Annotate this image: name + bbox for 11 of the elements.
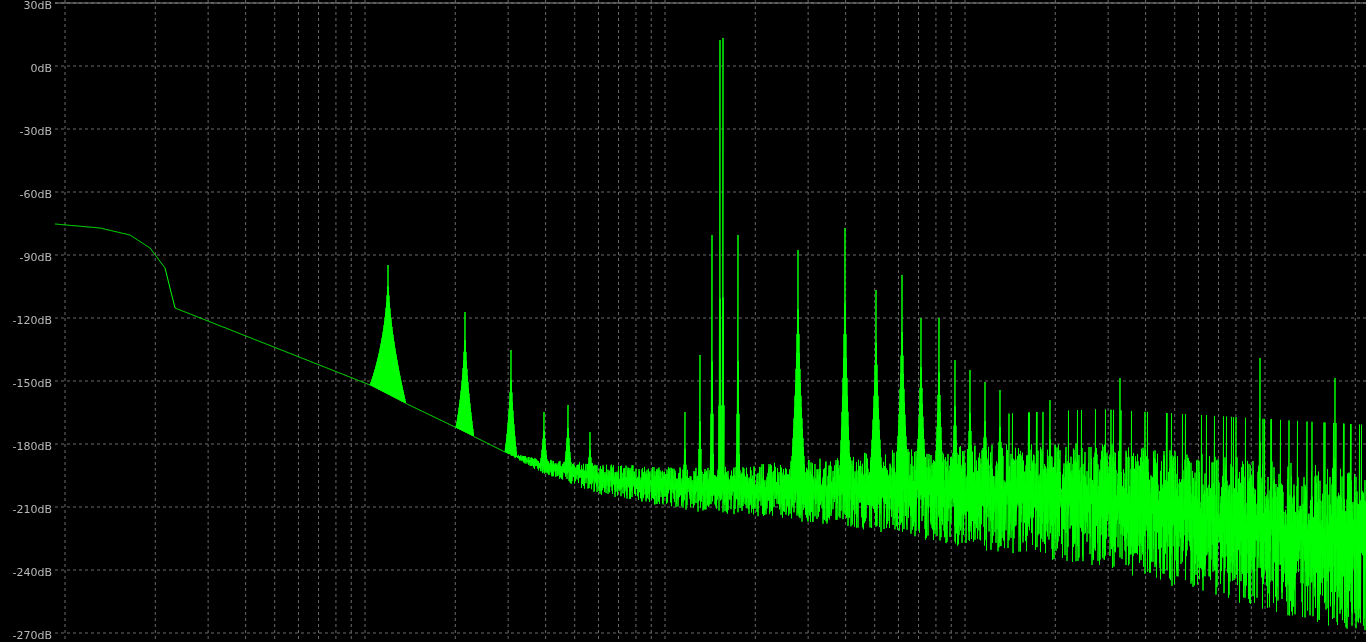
axis-label: -150dB [12,377,52,390]
axis-label: -210dB [12,503,52,516]
axis-label: -90dB [19,251,52,264]
axis-label: -60dB [19,188,52,201]
axis-label: -240dB [12,566,52,579]
axis-label: -30dB [19,125,52,138]
axis-label: -270dB [12,629,52,642]
axis-label: 30dB [23,0,52,12]
axis-label: -180dB [12,440,52,453]
axis-label: 0dB [30,62,52,75]
axis-label: -120dB [12,314,52,327]
